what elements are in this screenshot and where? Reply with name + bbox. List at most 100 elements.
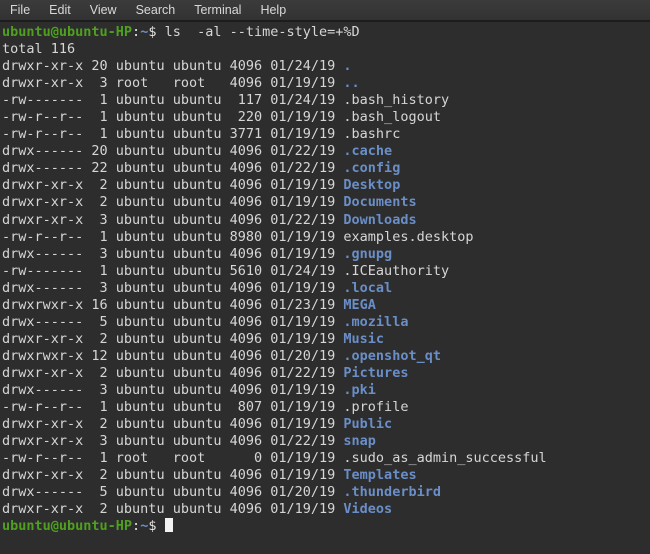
entry-name: Desktop xyxy=(343,177,400,193)
entry-group: ubuntu xyxy=(165,416,222,432)
entry-link-count: 3 xyxy=(83,212,107,228)
entry-group: ubuntu xyxy=(165,280,222,296)
entry-size: 4096 xyxy=(221,467,262,483)
listing-row: drwx------ 3 ubuntu ubuntu 4096 01/19/19… xyxy=(2,280,650,297)
listing-row: drwxr-xr-x 2 ubuntu ubuntu 4096 01/22/19… xyxy=(2,365,650,382)
menu-help[interactable]: Help xyxy=(260,4,286,16)
total-line: total 116 xyxy=(2,41,650,58)
listing-row: drwx------ 3 ubuntu ubuntu 4096 01/19/19… xyxy=(2,382,650,399)
listing-row: drwxrwxr-x 16 ubuntu ubuntu 4096 01/23/1… xyxy=(2,297,650,314)
entry-permissions: drwxr-xr-x xyxy=(2,177,83,193)
entry-owner: ubuntu xyxy=(108,177,165,193)
entry-name: .profile xyxy=(343,399,408,415)
entry-name: Documents xyxy=(343,194,416,210)
entry-owner: ubuntu xyxy=(108,109,165,125)
entry-name: .. xyxy=(343,75,359,91)
listing-row: -rw-r--r-- 1 ubuntu ubuntu 3771 01/19/19… xyxy=(2,126,650,143)
entry-owner: ubuntu xyxy=(108,399,165,415)
entry-link-count: 1 xyxy=(83,109,107,125)
entry-date: 01/19/19 xyxy=(262,467,335,483)
menu-terminal[interactable]: Terminal xyxy=(194,4,241,16)
entry-name: examples.desktop xyxy=(343,229,473,245)
entry-date: 01/19/19 xyxy=(262,75,335,91)
prompt-user-host: ubuntu@ubuntu-HP xyxy=(2,24,132,40)
entry-link-count: 1 xyxy=(83,399,107,415)
entry-size: 4096 xyxy=(221,365,262,381)
listing-row: drwxr-xr-x 2 ubuntu ubuntu 4096 01/19/19… xyxy=(2,416,650,433)
entry-size: 4096 xyxy=(221,177,262,193)
entry-date: 01/19/19 xyxy=(262,399,335,415)
entry-owner: root xyxy=(108,75,165,91)
entry-link-count: 3 xyxy=(83,246,107,262)
entry-size: 4096 xyxy=(221,160,262,176)
entry-group: ubuntu xyxy=(165,399,222,415)
command-text: ls -al --time-style=+%D xyxy=(156,24,359,40)
prompt-separator: : xyxy=(132,518,140,534)
entry-name: Pictures xyxy=(343,365,408,381)
entry-owner: ubuntu xyxy=(108,331,165,347)
entry-owner: ubuntu xyxy=(108,348,165,364)
entry-owner: ubuntu xyxy=(108,58,165,74)
listing-row: -rw-r--r-- 1 root root 0 01/19/19 .sudo_… xyxy=(2,450,650,467)
entry-permissions: drwxr-xr-x xyxy=(2,212,83,228)
entry-group: ubuntu xyxy=(165,501,222,517)
entry-size: 117 xyxy=(221,92,262,108)
entry-owner: ubuntu xyxy=(108,194,165,210)
listing-row: drwxr-xr-x 2 ubuntu ubuntu 4096 01/19/19… xyxy=(2,501,650,518)
entry-permissions: -rw------- xyxy=(2,263,83,279)
entry-owner: ubuntu xyxy=(108,280,165,296)
terminal-screen[interactable]: ubuntu@ubuntu-HP:~$ ls -al --time-style=… xyxy=(0,22,650,535)
listing-row: -rw-r--r-- 1 ubuntu ubuntu 8980 01/19/19… xyxy=(2,229,650,246)
listing-row: drwxr-xr-x 2 ubuntu ubuntu 4096 01/19/19… xyxy=(2,467,650,484)
entry-date: 01/22/19 xyxy=(262,433,335,449)
terminal-viewport[interactable]: ubuntu@ubuntu-HP:~$ ls -al --time-style=… xyxy=(0,22,650,554)
entry-group: ubuntu xyxy=(165,160,222,176)
entry-name: .config xyxy=(343,160,400,176)
entry-owner: ubuntu xyxy=(108,297,165,313)
listing-row: drwx------ 3 ubuntu ubuntu 4096 01/19/19… xyxy=(2,246,650,263)
entry-group: ubuntu xyxy=(165,263,222,279)
entry-date: 01/19/19 xyxy=(262,450,335,466)
listing-row: drwxr-xr-x 2 ubuntu ubuntu 4096 01/19/19… xyxy=(2,331,650,348)
entry-group: ubuntu xyxy=(165,212,222,228)
entry-link-count: 1 xyxy=(83,450,107,466)
entry-name: Public xyxy=(343,416,392,432)
entry-date: 01/19/19 xyxy=(262,314,335,330)
entry-link-count: 1 xyxy=(83,263,107,279)
listing-row: drwxr-xr-x 3 root root 4096 01/19/19 .. xyxy=(2,75,650,92)
entry-owner: ubuntu xyxy=(108,246,165,262)
entry-owner: ubuntu xyxy=(108,143,165,159)
entry-date: 01/22/19 xyxy=(262,212,335,228)
entry-name: .bashrc xyxy=(343,126,400,142)
entry-name: . xyxy=(343,58,351,74)
entry-name: .sudo_as_admin_successful xyxy=(343,450,546,466)
entry-size: 4096 xyxy=(221,484,262,500)
entry-date: 01/24/19 xyxy=(262,92,335,108)
entry-size: 3771 xyxy=(221,126,262,142)
listing-row: -rw------- 1 ubuntu ubuntu 117 01/24/19 … xyxy=(2,92,650,109)
entry-link-count: 22 xyxy=(83,160,107,176)
entry-link-count: 2 xyxy=(83,177,107,193)
entry-link-count: 2 xyxy=(83,331,107,347)
entry-size: 4096 xyxy=(221,212,262,228)
menu-edit[interactable]: Edit xyxy=(49,4,71,16)
entry-group: root xyxy=(165,75,222,91)
menu-file[interactable]: File xyxy=(10,4,30,16)
entry-size: 4096 xyxy=(221,348,262,364)
entry-size: 4096 xyxy=(221,314,262,330)
entry-date: 01/20/19 xyxy=(262,348,335,364)
menu-view[interactable]: View xyxy=(90,4,117,16)
entry-owner: ubuntu xyxy=(108,484,165,500)
entry-name: .ICEauthority xyxy=(343,263,449,279)
entry-permissions: drwxr-xr-x xyxy=(2,467,83,483)
entry-owner: ubuntu xyxy=(108,160,165,176)
menu-search[interactable]: Search xyxy=(136,4,176,16)
entry-name: .gnupg xyxy=(343,246,392,262)
entry-permissions: drwx------ xyxy=(2,280,83,296)
entry-name: .mozilla xyxy=(343,314,408,330)
entry-link-count: 2 xyxy=(83,194,107,210)
entry-permissions: -rw-r--r-- xyxy=(2,399,83,415)
entry-permissions: drwxr-xr-x xyxy=(2,416,83,432)
entry-group: ubuntu xyxy=(165,126,222,142)
entry-permissions: drwx------ xyxy=(2,314,83,330)
